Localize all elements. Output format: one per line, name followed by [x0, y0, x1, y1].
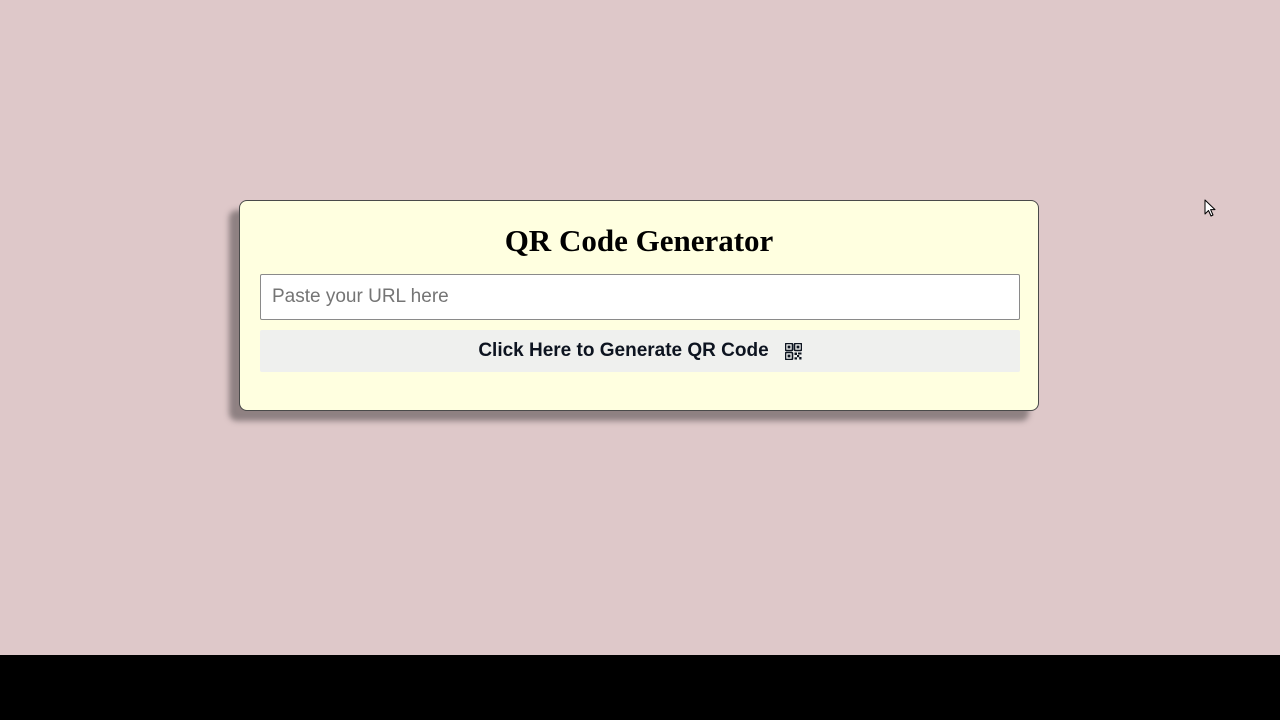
taskbar [0, 655, 1280, 720]
page-background: QR Code Generator Click Here to Generate… [0, 0, 1280, 655]
url-input[interactable] [260, 274, 1020, 320]
page-title: QR Code Generator [504, 223, 774, 258]
qrcode-icon [784, 342, 802, 360]
qr-generator-card: QR Code Generator Click Here to Generate… [239, 200, 1039, 411]
mouse-pointer-icon [1204, 199, 1216, 217]
generate-qr-button-label: Click Here to Generate QR Code [478, 340, 769, 361]
generate-qr-button[interactable]: Click Here to Generate QR Code [260, 330, 1020, 372]
